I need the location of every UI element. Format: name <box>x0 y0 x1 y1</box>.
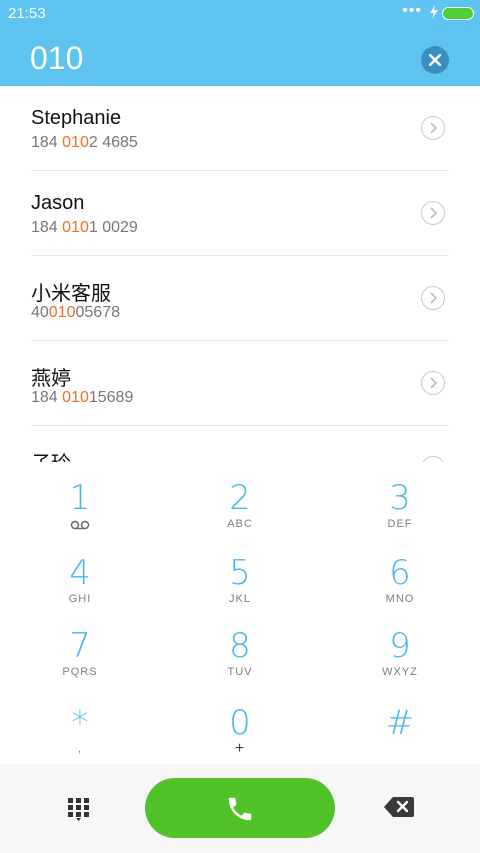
key-digit: 8 <box>229 626 251 666</box>
dial-key-6[interactable]: 6 MNO <box>320 537 480 612</box>
key-letters: WXYZ <box>382 666 418 678</box>
dialpad: 1 2 ABC 3 DEF 4 GHI 5 JKL 6 MNO 7 PQRS 8… <box>0 462 480 764</box>
key-letters: GHI <box>68 593 92 605</box>
battery-icon <box>442 7 474 20</box>
match-highlight: 010 <box>48 304 76 321</box>
dialpad-toggle-icon[interactable] <box>66 796 92 822</box>
dial-key-0[interactable]: 0 + <box>160 687 320 762</box>
key-digit: 9 <box>389 626 411 666</box>
key-letters: DEF <box>387 518 413 530</box>
key-digit: 7 <box>69 626 91 666</box>
phone-icon <box>228 797 252 821</box>
chevron-right-icon <box>430 292 438 304</box>
contact-name: 小米客服 <box>31 283 111 305</box>
contact-name: 子玲 <box>31 447 71 462</box>
dial-key-5[interactable]: 5 JKL <box>160 537 320 612</box>
key-digit: 3 <box>389 478 411 518</box>
list-item[interactable]: Stephanie 184 0102 4685 <box>31 86 449 171</box>
chevron-right-icon <box>430 207 438 219</box>
charging-icon <box>430 5 438 19</box>
list-item[interactable]: 小米客服 4001005678 <box>31 256 449 341</box>
contact-detail-button[interactable] <box>421 371 445 395</box>
chevron-right-icon <box>430 122 438 134</box>
match-highlight: 010 <box>62 219 89 236</box>
contact-name: 燕婷 <box>31 368 71 390</box>
contact-number: 184 0102 4685 <box>31 134 138 151</box>
key-digit: 6 <box>389 553 411 593</box>
dial-key-9[interactable]: 9 WXYZ <box>320 610 480 685</box>
contact-name: Stephanie <box>31 107 122 129</box>
call-button[interactable] <box>145 778 335 838</box>
contact-number: 184 01015689 <box>31 389 134 406</box>
key-letters: ABC <box>227 518 253 530</box>
key-digit: 0 <box>229 703 251 743</box>
dial-key-1[interactable]: 1 <box>0 462 160 537</box>
search-bar: 010 <box>0 28 480 86</box>
key-digit: 2 <box>229 478 251 518</box>
dial-key-star[interactable]: * , <box>0 687 160 762</box>
contact-detail-button[interactable] <box>421 286 445 310</box>
dial-key-2[interactable]: 2 ABC <box>160 462 320 537</box>
dial-key-4[interactable]: 4 GHI <box>0 537 160 612</box>
contact-detail-button[interactable] <box>421 201 445 225</box>
list-item[interactable]: 燕婷 184 01015689 <box>31 341 449 426</box>
clear-button[interactable] <box>421 46 449 74</box>
chevron-right-icon <box>430 377 438 389</box>
search-input[interactable]: 010 <box>30 40 83 77</box>
contact-results-list[interactable]: Stephanie 184 0102 4685 Jason 184 0101 0… <box>0 86 480 462</box>
key-letters: JKL <box>229 593 251 605</box>
key-digit: 4 <box>69 553 91 593</box>
status-dots: ••• <box>402 2 422 19</box>
list-item[interactable]: Jason 184 0101 0029 <box>31 171 449 256</box>
backspace-icon[interactable] <box>384 796 414 818</box>
action-bar <box>0 764 480 853</box>
match-highlight: 010 <box>62 134 89 151</box>
key-digit: 5 <box>229 553 251 593</box>
contact-number: 4001005678 <box>31 304 120 321</box>
contact-number: 184 0101 0029 <box>31 219 138 236</box>
key-letters: TUV <box>227 666 253 678</box>
key-digit: 1 <box>69 478 91 518</box>
contact-detail-button[interactable] <box>421 116 445 140</box>
key-letters: PQRS <box>62 666 98 678</box>
contact-name: Jason <box>31 192 85 214</box>
dial-key-8[interactable]: 8 TUV <box>160 610 320 685</box>
key-digit: # <box>385 703 415 743</box>
voicemail-icon <box>70 520 90 530</box>
key-digit: * <box>71 703 89 743</box>
key-letters: , <box>77 743 83 755</box>
match-highlight: 010 <box>62 389 89 406</box>
dial-key-hash[interactable]: # <box>320 687 480 762</box>
key-letters: MNO <box>385 593 415 605</box>
dial-key-3[interactable]: 3 DEF <box>320 462 480 537</box>
status-time: 21:53 <box>8 5 46 22</box>
dial-key-7[interactable]: 7 PQRS <box>0 610 160 685</box>
status-bar: 21:53 ••• <box>0 0 480 28</box>
key-letters: + <box>234 740 246 757</box>
list-item[interactable]: 子玲 <box>31 426 449 462</box>
close-icon <box>429 54 441 66</box>
